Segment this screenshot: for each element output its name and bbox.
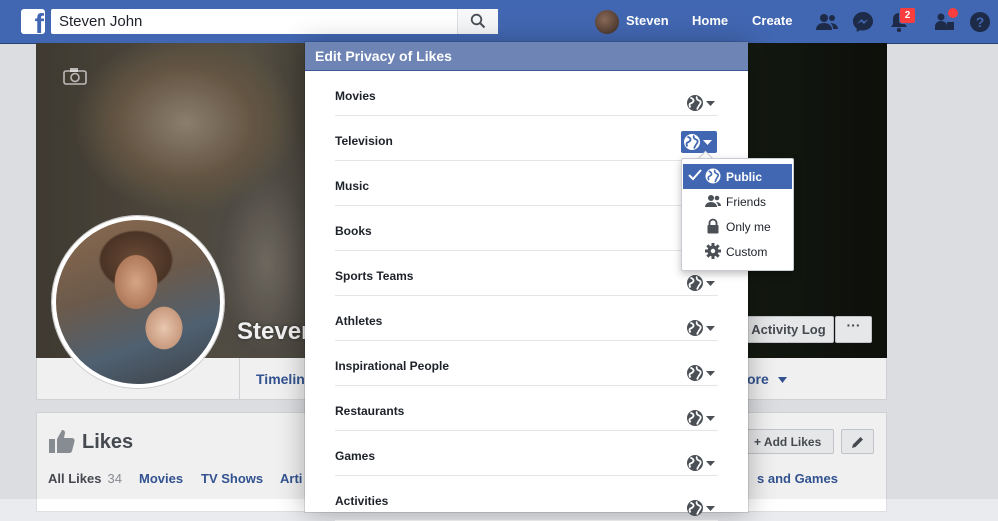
privacy-selector-button[interactable]	[684, 407, 720, 429]
privacy-selector-button[interactable]	[684, 452, 720, 474]
create-link[interactable]: Create	[752, 13, 792, 28]
category-label: Music	[335, 179, 370, 193]
logo-letter: f	[34, 9, 44, 34]
category-label: Inspirational People	[335, 359, 450, 373]
caret-down-icon	[706, 326, 715, 331]
category-label: Books	[335, 224, 372, 238]
category-label: Restaurants	[335, 404, 405, 418]
caret-down-icon	[706, 416, 715, 421]
menu-item-label: Only me	[726, 220, 771, 234]
privacy-selector-button[interactable]	[684, 362, 720, 384]
privacy-selector-button[interactable]	[684, 497, 720, 519]
friend-requests-icon[interactable]	[815, 10, 839, 34]
category-label: Sports Teams	[335, 269, 414, 283]
globe-icon	[687, 455, 703, 471]
menu-item-public[interactable]: Public	[683, 164, 792, 189]
globe-icon	[684, 134, 700, 150]
checkmark-icon	[688, 169, 702, 181]
search-input[interactable]	[59, 13, 449, 30]
gear-icon	[705, 243, 721, 259]
caret-down-icon	[706, 281, 715, 286]
privacy-category-row: Movies	[335, 70, 718, 116]
category-label: Athletes	[335, 314, 383, 328]
privacy-category-row: Music	[335, 160, 718, 206]
globe-icon	[687, 320, 703, 336]
privacy-category-row: Athletes	[335, 295, 718, 341]
category-label: Games	[335, 449, 376, 463]
notifications-badge: 2	[899, 7, 916, 24]
category-label: Movies	[335, 89, 376, 103]
privacy-category-row: Restaurants	[335, 385, 718, 431]
profile-picture[interactable]	[52, 216, 224, 388]
svg-text:?: ?	[976, 14, 985, 30]
menu-item-friends[interactable]: Friends	[683, 189, 792, 214]
search-box[interactable]	[51, 9, 497, 34]
edit-privacy-dialog: Edit Privacy of Likes Movies Television Mu…	[305, 42, 748, 521]
help-question-icon[interactable]: ?	[968, 10, 992, 34]
privacy-selector-button[interactable]	[684, 92, 720, 114]
globe-icon	[687, 95, 703, 111]
menu-item-label: Friends	[726, 195, 767, 209]
globe-icon	[687, 500, 703, 516]
privacy-selector-button[interactable]	[681, 131, 717, 153]
caret-down-icon	[706, 506, 715, 511]
globe-icon	[687, 410, 703, 426]
privacy-category-row: Sports Teams	[335, 250, 718, 296]
menu-item-only-me[interactable]: Only me	[683, 214, 792, 239]
lock-icon	[707, 218, 719, 234]
dialog-header: Edit Privacy of Likes	[305, 42, 748, 71]
privacy-selector-button[interactable]	[684, 317, 720, 339]
caret-down-icon	[703, 140, 712, 145]
globe-icon	[687, 275, 703, 291]
privacy-selector-button[interactable]	[684, 272, 720, 294]
menu-item-custom[interactable]: Custom	[683, 239, 792, 264]
notification-dot	[947, 7, 959, 19]
privacy-category-row: Inspirational People	[335, 340, 718, 386]
globe-icon	[687, 365, 703, 381]
category-label: Television	[335, 134, 393, 148]
messenger-icon[interactable]	[851, 10, 875, 34]
privacy-category-row: Books	[335, 205, 718, 251]
dialog-title: Edit Privacy of Likes	[315, 48, 452, 64]
search-icon	[470, 13, 486, 29]
menu-item-label: Custom	[726, 245, 768, 259]
caret-down-icon	[706, 101, 715, 106]
privacy-category-row: Activities	[335, 475, 718, 521]
privacy-category-row: Television	[335, 115, 718, 161]
caret-down-icon	[706, 371, 715, 376]
category-label: Activities	[335, 494, 389, 508]
user-avatar[interactable]	[595, 10, 619, 34]
top-navigation-bar: f Steven Home Create 2 ?	[0, 0, 998, 44]
globe-icon	[705, 168, 721, 184]
friends-icon	[705, 195, 721, 207]
home-link[interactable]: Home	[692, 13, 728, 28]
search-button[interactable]	[457, 9, 498, 34]
facebook-logo[interactable]: f	[21, 9, 45, 34]
profile-link[interactable]: Steven	[626, 13, 669, 28]
privacy-dropdown-menu: Public Friends Only me Custom	[681, 158, 794, 271]
caret-down-icon	[706, 461, 715, 466]
privacy-category-row: Games	[335, 430, 718, 476]
menu-item-label: Public	[726, 170, 763, 184]
